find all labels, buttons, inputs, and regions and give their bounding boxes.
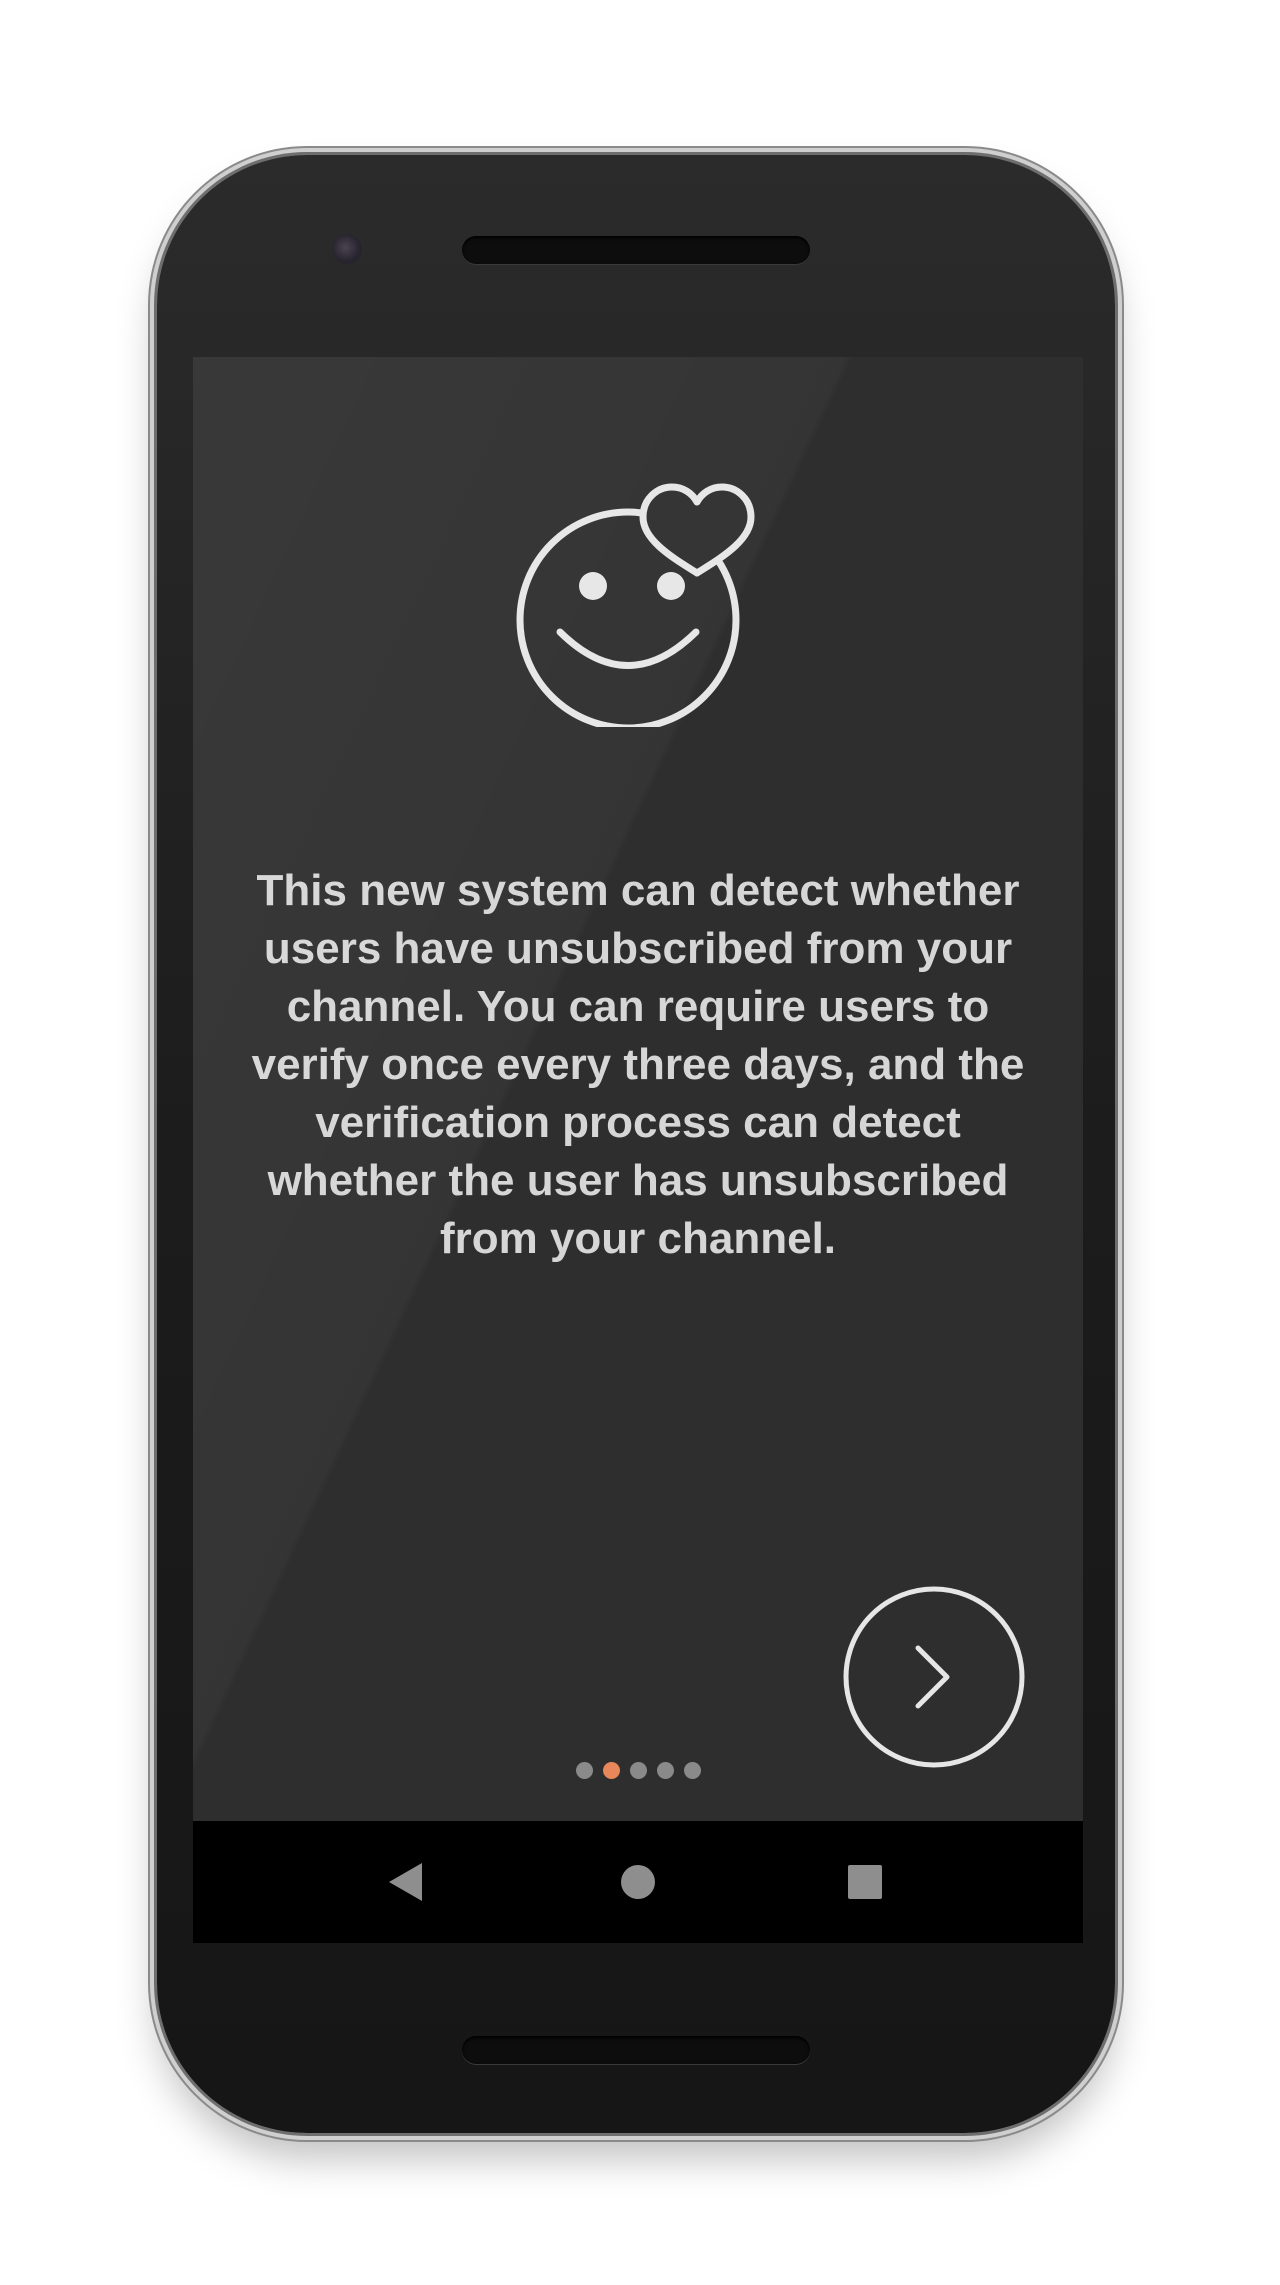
page-indicator [193,1762,1083,1779]
page-dot[interactable] [629,1762,647,1779]
square-recents-icon [848,1865,882,1899]
triangle-back-icon [389,1863,422,1901]
page-dot[interactable] [575,1762,593,1779]
onboarding-page: This new system can detect whether users… [193,357,1083,1821]
home-button[interactable] [583,1821,693,1943]
back-button[interactable] [353,1821,463,1943]
bottom-speaker [462,2036,810,2064]
device-stage: This new system can detect whether users… [0,0,1280,2285]
page-dot[interactable] [683,1762,701,1779]
android-navigation-bar [193,1821,1083,1943]
top-speaker [462,236,810,264]
smiley-heart-icon [516,483,755,727]
volume-button [1114,1000,1122,1250]
page-dot-active[interactable] [602,1762,620,1779]
app-screen: This new system can detect whether users… [193,357,1083,1943]
onboarding-message: This new system can detect whether users… [251,866,1025,1263]
circle-home-icon [621,1865,655,1899]
recents-button[interactable] [810,1821,920,1943]
next-button[interactable] [841,1584,1027,1770]
front-camera [332,234,362,264]
page-dot[interactable] [656,1762,674,1779]
power-button [1114,800,1122,920]
chevron-right-icon [915,1645,950,1709]
